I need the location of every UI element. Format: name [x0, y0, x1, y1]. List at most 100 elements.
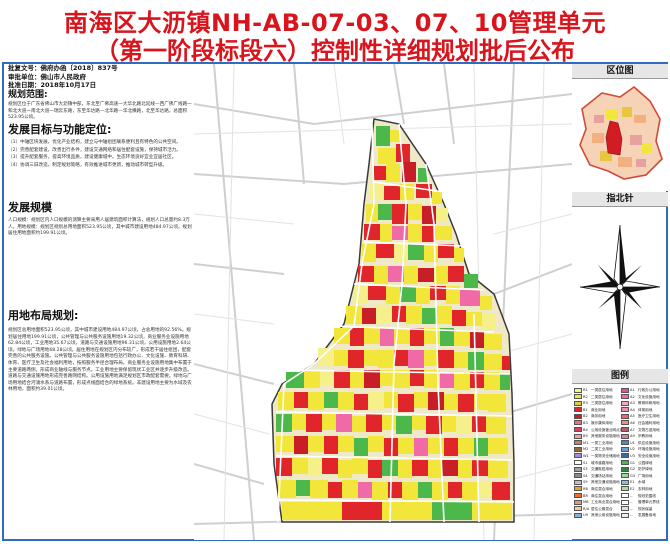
legend-swatch [621, 427, 629, 433]
location-map-title: 区位图 [572, 64, 668, 79]
legend-label: 娱乐康体用地 [591, 420, 613, 425]
legend-label: 供应设施用地 [638, 440, 660, 445]
legend-swatch [621, 407, 629, 413]
legend-label: 居住公服混合 [591, 506, 613, 511]
legend-row: BR 商住混合用地 -- 规划范围线 [574, 493, 666, 500]
legend-code: A5 [630, 414, 635, 419]
legend-row: B2 商务用地 A5 医疗卫生用地 [574, 413, 666, 420]
legend-row: M1 一类工业用地 U1 供应设施用地 [574, 440, 666, 447]
left-text-panel: 批复文号：佛府办函〔2018〕837号 审批单位：佛山市人民政府 批准日期：20… [4, 64, 194, 539]
legend-code: S3 [583, 467, 588, 472]
legend-row: B3 娱乐康体用地 A6 社会福利用地 [574, 420, 666, 427]
legend-code: -- [630, 506, 633, 511]
legend-swatch [574, 512, 582, 518]
goal-item: （2）完善配套建设，改善出行条件，建设交通网络和居住配套设施，保持城市活力。 [8, 147, 181, 153]
legend-swatch [574, 453, 582, 459]
legend-label: 商住混合用地 [591, 486, 613, 491]
legend-code: U3 [630, 453, 635, 458]
legend-code: R1 [583, 388, 588, 392]
land-use-map-svg [193, 63, 573, 541]
legend-swatch [621, 512, 629, 518]
legend-swatch [574, 413, 582, 419]
legend-code: A2 [630, 394, 635, 399]
legend-label: 其他交通设施用地 [591, 480, 620, 485]
location-map [572, 79, 668, 191]
legend-swatch [621, 387, 629, 393]
title-line-2: （第一阶段标段六）控制性详细规划批后公布 [95, 37, 575, 65]
legend-label: 现状保留 [638, 506, 653, 511]
legend-label: 文化设施用地 [638, 394, 660, 399]
legend-code: A7 [630, 427, 635, 432]
goals-list: （1）中轴区块发展，优化产业结构，建立与中轴组团联系便利且有特色的公共空间。 （… [8, 140, 192, 170]
goal-item: （1）中轴区块发展，优化产业结构，建立与中轴组团联系便利且有特色的公共空间。 [8, 140, 181, 145]
legend-label: 二类居住用地 [591, 394, 613, 399]
legend-label: 管理单元界线 [638, 500, 660, 505]
legend-row: S1 城市道路用地 G1 公园绿地 [574, 460, 666, 467]
legend-code: E1 [630, 480, 635, 485]
legend-label: 商住混合用地 [591, 493, 613, 498]
legend-swatch [621, 420, 629, 426]
legend-code: G3 [630, 473, 636, 478]
legend-label: 社会福利用地 [638, 420, 660, 425]
legend-code: BR [583, 493, 588, 498]
legend-swatch [621, 506, 629, 512]
approval-meta: 批复文号：佛府办函〔2018〕837号 审批单位：佛山市人民政府 批准日期：20… [8, 64, 194, 90]
legend-code: RB [583, 486, 588, 491]
legend-label: 一类工业用地 [591, 440, 613, 445]
legend-label: 规划范围线 [638, 493, 656, 498]
legend-swatch [574, 400, 582, 406]
legend-swatch [574, 486, 582, 492]
legend-row: R1 一类居住用地 A1 行政办公用地 [574, 387, 666, 394]
scale-title: 发展规模 [8, 201, 52, 214]
legend-row: S4 交通场站用地 G3 广场用地 [574, 473, 666, 480]
north-arrow-title: 指北针 [572, 192, 668, 207]
legend-label: 城市道路用地 [591, 460, 613, 465]
legend-code: B4 [583, 427, 588, 432]
legend-label: 一类居住用地 [591, 388, 613, 392]
legend-swatch [621, 453, 629, 459]
legend-code: R/A [583, 506, 590, 511]
legend-code: A6 [630, 420, 635, 425]
legend-label: 环境设施用地 [638, 447, 660, 452]
legend-swatch [621, 493, 629, 498]
legend-code: R2 [583, 394, 588, 399]
legend-swatch [621, 479, 629, 485]
legend-label: 交通场站用地 [591, 473, 613, 478]
legend-label: 公园绿地 [638, 460, 653, 465]
legend-swatch [621, 473, 629, 479]
legend-swatch [621, 499, 629, 505]
goal-item: （3）提升配套服务，提高环境品质，建设健康城中。生态环境良好宜业宜居社区。 [8, 155, 177, 161]
landuse-title: 用地布局规划: [8, 309, 79, 322]
legend-row: B9 其他服务设施用地 A9 宗教用地 [574, 433, 666, 440]
legend-label: 发展备用地 [638, 513, 656, 518]
scale-text: 人口规模：规划区内人口规模的测算主要采用人居建筑面积计算法，规划人口总量约8.3… [8, 218, 192, 237]
legend-row: MB 工业商业混合用地 -- 管理单元界线 [574, 499, 666, 506]
legend-swatch [621, 460, 629, 466]
header: 南海区大沥镇NH-AB-07-03、07、10管理单元 （第一阶段标段六）控制性… [0, 0, 670, 65]
legend-row: B4 公用设施营业网点用地 A7 文物古迹用地 [574, 427, 666, 434]
legend-title: 图例 [572, 369, 668, 384]
legend-swatch [621, 440, 629, 446]
legend-code: U9 [583, 513, 588, 518]
scope-title: 规划范围: [8, 90, 48, 100]
legend-code: -- [630, 493, 633, 498]
legend-row: RB 商住混合用地 E2 农林用地 [574, 486, 666, 493]
legend-row: M2 二类工业用地 U2 环境设施用地 [574, 446, 666, 453]
legend-code: -- [630, 500, 633, 505]
legend-row: R3 三类居住用地 A3 教育科研用地 [574, 400, 666, 407]
legend-label: 其他服务设施用地 [591, 434, 620, 439]
legend-label: 宗教用地 [638, 434, 653, 439]
legend-swatch [574, 420, 582, 426]
legend-label: 安全设施用地 [638, 453, 660, 458]
legend-label: 工业商业混合用地 [591, 500, 620, 505]
legend-swatch [574, 493, 582, 498]
legend-label: 其他公用设施用地 [591, 513, 620, 518]
legend-label: 文物古迹用地 [638, 427, 660, 432]
legend-code: R3 [583, 401, 588, 406]
legend-label: 体育用地 [638, 407, 653, 412]
scope-text: 规划区位于广东省佛山市大沥镇中部，东北至广佛高速一大华北路北延线—西广佛广线路一… [8, 102, 192, 121]
legend-label: 一类物流仓储用地 [591, 453, 620, 458]
legend-code: M2 [583, 447, 589, 452]
legend-label: 教育科研用地 [638, 401, 660, 406]
legend-code: A4 [630, 407, 635, 412]
